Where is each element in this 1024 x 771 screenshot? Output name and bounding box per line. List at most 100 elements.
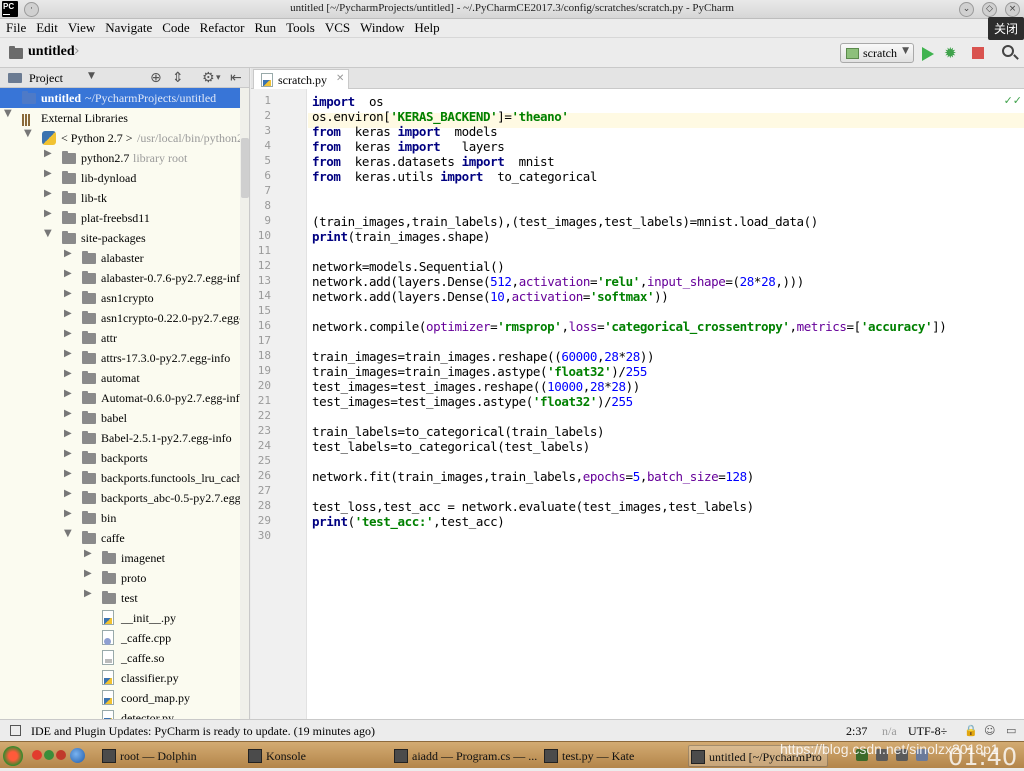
collapsed-arrow-icon[interactable]: ▶ (64, 268, 72, 279)
tree-item[interactable]: ▶ plat-freebsd11 (0, 208, 249, 228)
tree-item[interactable]: ▼ site-packages (0, 228, 249, 248)
close-tab-icon[interactable]: ✕ (336, 73, 344, 84)
code-line[interactable]: (train_images,train_labels),(test_images… (312, 214, 818, 229)
collapsed-arrow-icon[interactable]: ▶ (64, 408, 72, 419)
code-line[interactable]: print(train_images.shape) (312, 229, 491, 244)
taskbar-task[interactable]: test.py — Kate (542, 745, 672, 767)
collapsed-arrow-icon[interactable]: ▶ (64, 428, 72, 439)
collapsed-arrow-icon[interactable]: ▶ (44, 148, 52, 159)
scrollbar-thumb[interactable] (241, 138, 249, 198)
menu-refactor[interactable]: Refactor (195, 19, 250, 36)
hide-panel-icon[interactable]: ⇤ (230, 70, 242, 86)
project-scrollbar[interactable] (240, 88, 249, 719)
tree-item[interactable]: ▶ python2.7 library root (0, 148, 249, 168)
taskbar-task[interactable]: Konsole (246, 745, 376, 767)
search-icon[interactable] (1002, 45, 1014, 57)
tree-item[interactable]: ▶ backports_abc-0.5-py2.7.egg-in (0, 488, 249, 508)
expanded-arrow-icon[interactable]: ▼ (64, 528, 72, 539)
tree-item[interactable]: _caffe.cpp (0, 628, 249, 648)
collapsed-arrow-icon[interactable]: ▶ (64, 488, 72, 499)
collapsed-arrow-icon[interactable]: ▶ (44, 168, 52, 179)
collapsed-arrow-icon[interactable]: ▶ (64, 328, 72, 339)
menu-window[interactable]: Window (355, 19, 409, 36)
code-line[interactable]: from keras import layers (312, 139, 505, 154)
project-view-select[interactable]: Project (29, 71, 63, 86)
toggle-tool-windows-icon[interactable] (10, 725, 21, 736)
tree-item[interactable]: ▶ Babel-2.5.1-py2.7.egg-info (0, 428, 249, 448)
maximize-button[interactable]: ◇ (982, 2, 997, 17)
tree-item[interactable]: ▶ imagenet (0, 548, 249, 568)
tree-item[interactable]: ▶ asn1crypto (0, 288, 249, 308)
code-line[interactable]: from keras.utils import to_categorical (312, 169, 597, 184)
collapsed-arrow-icon[interactable]: ▶ (64, 288, 72, 299)
menu-code[interactable]: Code (157, 19, 194, 36)
lock-icon[interactable]: 🔒 (964, 724, 978, 737)
chevron-down-icon[interactable]: ▼ (88, 71, 95, 81)
tree-item[interactable]: ▶ automat (0, 368, 249, 388)
code-line[interactable]: train_labels=to_categorical(train_labels… (312, 424, 605, 439)
expanded-arrow-icon[interactable]: ▼ (24, 128, 32, 139)
tree-item[interactable]: untitled ~/PycharmProjects/untitled (0, 88, 249, 108)
code-line[interactable]: network=models.Sequential() (312, 259, 505, 274)
run-configuration-select[interactable]: scratch ▼ (840, 43, 914, 63)
tree-item[interactable]: ▶ backports (0, 448, 249, 468)
collapsed-arrow-icon[interactable]: ▶ (84, 548, 92, 559)
tree-item[interactable]: ▼ caffe (0, 528, 249, 548)
code-line[interactable]: network.add(layers.Dense(10,activation='… (312, 289, 669, 304)
code-line[interactable]: import os (312, 94, 384, 109)
collapsed-arrow-icon[interactable]: ▶ (64, 388, 72, 399)
code-line[interactable]: test_loss,test_acc = network.evaluate(te… (312, 499, 754, 514)
file-encoding[interactable]: UTF-8÷ (908, 724, 947, 739)
tree-item[interactable]: _caffe.so (0, 648, 249, 668)
caret-position[interactable]: 2:37 (846, 724, 867, 739)
start-menu-icon[interactable] (3, 746, 23, 766)
status-message[interactable]: IDE and Plugin Updates: PyCharm is ready… (31, 724, 375, 739)
tab-scratch-py[interactable]: scratch.py ✕ (253, 69, 349, 89)
taskbar-task[interactable]: root — Dolphin (100, 745, 230, 767)
window-titlebar[interactable]: PC · untitled [~/PycharmProjects/untitle… (0, 0, 1024, 19)
tree-item[interactable]: ▶ lib-dynload (0, 168, 249, 188)
gear-icon[interactable]: ⚙ (202, 70, 215, 86)
tree-item[interactable]: classifier.py (0, 668, 249, 688)
debug-icon[interactable]: ✹ (944, 45, 960, 61)
code-line[interactable]: network.add(layers.Dense(512,activation=… (312, 274, 804, 289)
code-line[interactable]: train_images=train_images.reshape((60000… (312, 349, 655, 364)
tree-item[interactable]: ▼ < Python 2.7 > /usr/local/bin/python2.7 (0, 128, 249, 148)
code-line[interactable]: from keras import models (312, 124, 498, 139)
collapsed-arrow-icon[interactable]: ▶ (64, 448, 72, 459)
code-line[interactable]: os.environ['KERAS_BACKEND']='theano' (312, 109, 569, 124)
browser-icon[interactable] (70, 748, 85, 763)
collapse-all-icon[interactable]: ⇕ (172, 70, 184, 86)
collapsed-arrow-icon[interactable]: ▶ (84, 568, 92, 579)
collapsed-arrow-icon[interactable]: ▶ (44, 208, 52, 219)
code-line[interactable]: train_images=train_images.astype('float3… (312, 364, 647, 379)
menu-edit[interactable]: Edit (31, 19, 63, 36)
code-line[interactable]: test_images=test_images.reshape((10000,2… (312, 379, 640, 394)
tree-item[interactable]: ▶ backports.functools_lru_cache-1 (0, 468, 249, 488)
tree-item[interactable]: detector.py (0, 708, 249, 719)
tree-item[interactable]: ▶ attr (0, 328, 249, 348)
inspection-ok-icon[interactable]: ✓✓ (1004, 94, 1022, 107)
code-line[interactable]: print('test_acc:',test_acc) (312, 514, 505, 529)
line-separator-status[interactable]: n/a (882, 724, 897, 739)
locate-file-icon[interactable]: ⊕ (150, 70, 162, 86)
stop-icon[interactable] (972, 47, 984, 59)
tree-item[interactable]: ▶ proto (0, 568, 249, 588)
expanded-arrow-icon[interactable]: ▼ (4, 108, 12, 119)
collapsed-arrow-icon[interactable]: ▶ (64, 348, 72, 359)
tree-item[interactable]: ▶ asn1crypto-0.22.0-py2.7.egg-in (0, 308, 249, 328)
tree-item[interactable]: ▶ alabaster-0.7.6-py2.7.egg-info (0, 268, 249, 288)
tree-item[interactable]: coord_map.py (0, 688, 249, 708)
run-icon[interactable] (922, 47, 934, 61)
collapsed-arrow-icon[interactable]: ▶ (64, 308, 72, 319)
taskbar-task[interactable]: aiadd — Program.cs — ... (392, 745, 537, 767)
tree-item[interactable]: ▶ alabaster (0, 248, 249, 268)
code-line[interactable]: test_labels=to_categorical(test_labels) (312, 439, 590, 454)
tree-item[interactable]: ▶ bin (0, 508, 249, 528)
tree-item[interactable]: ▼ External Libraries (0, 108, 249, 128)
tree-item[interactable]: ▶ attrs-17.3.0-py2.7.egg-info (0, 348, 249, 368)
breadcrumb-project[interactable]: untitled (28, 44, 75, 60)
code-line[interactable]: test_images=test_images.astype('float32'… (312, 394, 633, 409)
tree-item[interactable]: ▶ test (0, 588, 249, 608)
collapsed-arrow-icon[interactable]: ▶ (64, 248, 72, 259)
